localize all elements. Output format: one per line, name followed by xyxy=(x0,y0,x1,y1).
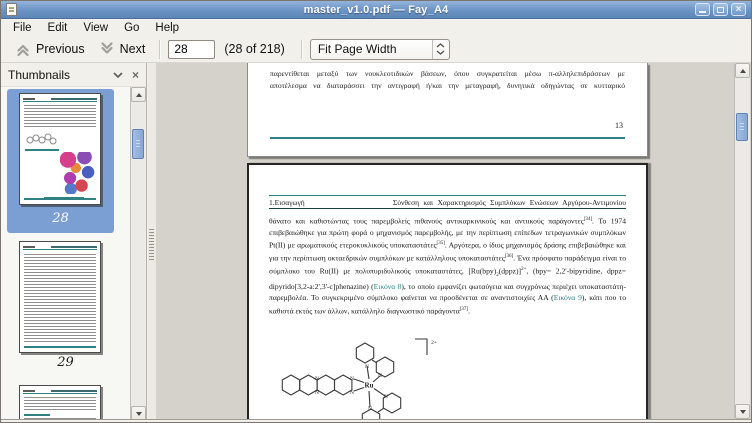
zoom-mode-select[interactable]: Fit Page Width xyxy=(310,39,450,60)
maximize-icon xyxy=(717,7,724,13)
thumb-text-lines xyxy=(24,105,96,128)
sidebar-header: Thumbnails × xyxy=(1,63,146,87)
thumbnail-list: 28 29 xyxy=(1,87,130,421)
svg-text:Ru: Ru xyxy=(365,382,374,390)
double-chevron-down-icon xyxy=(99,41,115,57)
title-bar: master_v1.0.pdf — Fay_A4 × xyxy=(1,1,751,19)
previous-label: Previous xyxy=(36,42,85,56)
page-28-body-text: θάνατο και καθιστώντας τους παρεμβολείς … xyxy=(269,214,626,317)
double-chevron-up-icon xyxy=(15,41,31,57)
thumb-header-rule xyxy=(23,389,97,394)
svg-text:N: N xyxy=(365,364,369,370)
thumb-structure-sketch xyxy=(24,131,60,147)
sidebar-scrollbar-thumb[interactable] xyxy=(132,129,144,159)
svg-text:N: N xyxy=(384,394,388,400)
page-28-header: 1.Εισαγωγή Σύνθεση και Χαρακτηρισμός Συμ… xyxy=(269,195,626,209)
page-13-number: 13 xyxy=(615,121,623,130)
header-chapter: 1.Εισαγωγή xyxy=(269,198,305,207)
document-scrollbar-thumb[interactable] xyxy=(736,113,748,141)
svg-text:N: N xyxy=(350,390,354,396)
thumbnail-label-28: 28 xyxy=(7,211,114,226)
scroll-up-arrow[interactable] xyxy=(131,87,146,102)
svg-text:N: N xyxy=(350,376,354,382)
thumb-caption-line xyxy=(25,149,59,151)
toolbar-separator xyxy=(159,40,161,59)
combo-stepper-icon[interactable] xyxy=(432,40,449,59)
svg-text:N: N xyxy=(315,390,319,396)
scroll-down-arrow[interactable] xyxy=(735,404,750,419)
thumbnail-page-29[interactable] xyxy=(19,241,101,353)
header-thesis-title: Σύνθεση και Χαρακτηρισμός Συμπλόκων Ενώσ… xyxy=(393,198,626,207)
page-13-text: παρεντίθεται μεταξύ των νουκλεοτιδικών β… xyxy=(270,68,625,91)
thumbnail-page-28[interactable] xyxy=(19,93,101,205)
sidebar-close-icon[interactable]: × xyxy=(132,70,139,80)
toolbar-separator xyxy=(301,40,303,59)
thumb-molecular-image xyxy=(60,152,96,194)
ru-complex-figure: N N N N N N N N Ru 2+ xyxy=(277,331,442,419)
close-button[interactable]: × xyxy=(731,3,746,16)
previous-page-button[interactable]: Previous xyxy=(8,39,92,59)
window-title: master_v1.0.pdf — Fay_A4 xyxy=(1,4,751,16)
svg-text:N: N xyxy=(315,376,319,382)
pane-splitter[interactable] xyxy=(148,63,156,421)
page-13-bottom: παρεντίθεται μεταξύ των νουκλεοτιδικών β… xyxy=(247,63,648,157)
page-13-footer-rule xyxy=(270,137,625,139)
document-scrollbar[interactable] xyxy=(734,63,750,419)
thumbnail-label-29: 29 xyxy=(1,355,130,370)
thumb-link-line xyxy=(24,414,50,416)
svg-text:N: N xyxy=(378,373,382,379)
close-icon: × xyxy=(736,4,742,15)
thumbnail-item-28-selected[interactable]: 28 xyxy=(7,89,114,233)
menu-edit[interactable]: Edit xyxy=(40,21,76,35)
thumb-text-lines xyxy=(24,254,96,342)
thumb-footer-rule xyxy=(24,346,96,348)
next-label: Next xyxy=(120,42,146,56)
thumb-footer-rule xyxy=(24,198,96,200)
page-number-input[interactable] xyxy=(168,40,215,59)
thumb-header-rule xyxy=(23,245,97,250)
zoom-mode-value: Fit Page Width xyxy=(318,42,397,56)
minimize-icon xyxy=(699,11,706,13)
thumb-text-lines xyxy=(24,397,96,411)
menu-go[interactable]: Go xyxy=(116,21,147,35)
menu-file[interactable]: File xyxy=(5,21,40,35)
thumbnail-page-30-partial[interactable] xyxy=(19,385,101,421)
window-controls: × xyxy=(695,3,746,16)
svg-text:N: N xyxy=(368,406,372,412)
header-bottom-rule xyxy=(269,208,626,209)
page-28: 1.Εισαγωγή Σύνθεση και Χαρακτηρισμός Συμ… xyxy=(247,163,648,419)
thumb-header-rule xyxy=(23,97,97,102)
minimize-button[interactable] xyxy=(695,3,710,16)
menu-bar: File Edit View Go Help xyxy=(1,20,751,36)
scroll-up-arrow[interactable] xyxy=(735,63,750,78)
menu-help[interactable]: Help xyxy=(147,21,187,35)
next-page-button[interactable]: Next xyxy=(92,39,153,59)
maximize-button[interactable] xyxy=(713,3,728,16)
menu-view[interactable]: View xyxy=(75,21,116,35)
svg-text:2+: 2+ xyxy=(431,340,437,346)
thumbnails-sidebar: Thumbnails × 28 xyxy=(1,63,147,421)
chevron-down-icon[interactable] xyxy=(113,72,123,78)
page-count-label: (28 of 218) xyxy=(224,42,284,56)
document-view: παρεντίθεται μεταξύ των νουκλεοτιδικών β… xyxy=(156,63,751,419)
sidebar-scrollbar[interactable] xyxy=(130,87,146,421)
toolbar: Previous Next (28 of 218) Fit Page Width xyxy=(1,36,751,63)
document-icon xyxy=(6,3,17,16)
sidebar-title: Thumbnails xyxy=(8,68,104,82)
splitter-grip-icon xyxy=(149,229,154,261)
status-bar xyxy=(1,419,751,422)
pdf-viewer-window: master_v1.0.pdf — Fay_A4 × File Edit Vie… xyxy=(0,0,752,423)
